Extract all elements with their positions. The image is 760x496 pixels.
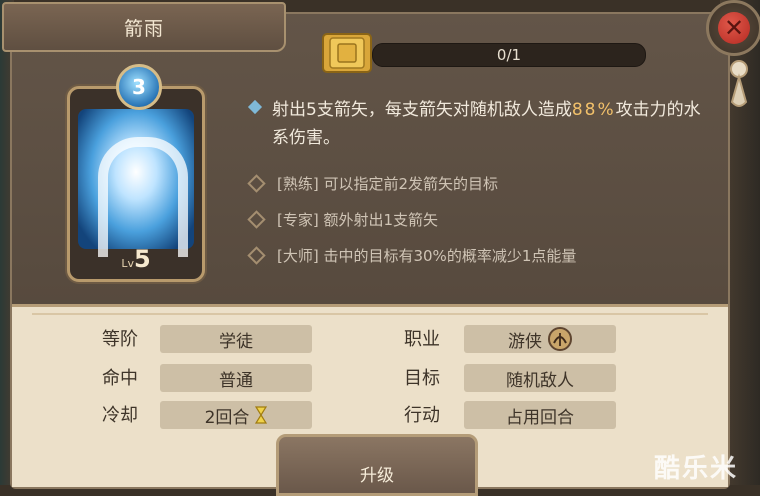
close-icon: ✕ (718, 12, 750, 44)
hourglass-icon (255, 406, 268, 424)
diamond-icon (247, 245, 266, 265)
ranger-bow-icon (548, 327, 572, 351)
action-label: 行动 (404, 405, 440, 426)
pin-icon (730, 60, 748, 107)
title-tab: 箭雨 (2, 2, 286, 52)
job-label: 职业 (404, 329, 440, 350)
cooldown-value: 2回合 (160, 401, 312, 429)
diamond-icon (247, 173, 266, 193)
divider-line (32, 313, 708, 315)
progress-bar: 0/1 (372, 43, 646, 67)
level-prefix: Lv (121, 257, 134, 270)
progress-text: 0/1 (496, 46, 522, 64)
diamond-icon (247, 209, 266, 229)
upgrade-button[interactable]: 升级 (276, 434, 478, 496)
desc-text-before: 射出5支箭矢，每支箭矢对随机敌人造成 (272, 100, 572, 120)
upgrade-line: [专家] 额外射出1支箭矢 (247, 207, 439, 231)
watermark: 酷乐米 (654, 454, 739, 484)
water-arch-art (98, 137, 188, 257)
upgrade-label: 升级 (360, 466, 394, 486)
page-title: 箭雨 (123, 17, 164, 40)
upgrade-line-text: [专家] 额外射出1支箭矢 (277, 210, 439, 229)
level-value: 5 (133, 245, 151, 273)
skill-card: Lv5 (67, 86, 205, 282)
hit-label: 命中 (102, 368, 138, 389)
desc-highlight: 88% (571, 100, 616, 120)
card-level: Lv5 (70, 245, 202, 273)
hit-value: 普通 (160, 364, 312, 392)
upgrade-line: [熟练] 可以指定前2发箭矢的目标 (247, 171, 499, 195)
tier-label: 等阶 (102, 329, 138, 350)
skill-description: 射出5支箭矢，每支箭矢对随机敌人造成88%攻击力的水系伤害。 (272, 96, 702, 152)
tier-value: 学徒 (160, 325, 312, 353)
close-button[interactable]: ✕ (706, 0, 760, 56)
target-label: 目标 (404, 368, 440, 389)
job-value: 游侠 (464, 325, 616, 353)
upgrade-line-text: [大师] 击中的目标有30%的概率减少1点能量 (277, 246, 577, 265)
book-icon (322, 33, 372, 73)
rank-gem: 3 (116, 64, 162, 110)
cooldown-label: 冷却 (102, 405, 138, 426)
action-value: 占用回合 (464, 401, 616, 429)
target-value: 随机敌人 (464, 364, 616, 392)
upgrade-line-text: [熟练] 可以指定前2发箭矢的目标 (277, 174, 499, 193)
upgrade-line: [大师] 击中的目标有30%的概率减少1点能量 (247, 243, 577, 267)
